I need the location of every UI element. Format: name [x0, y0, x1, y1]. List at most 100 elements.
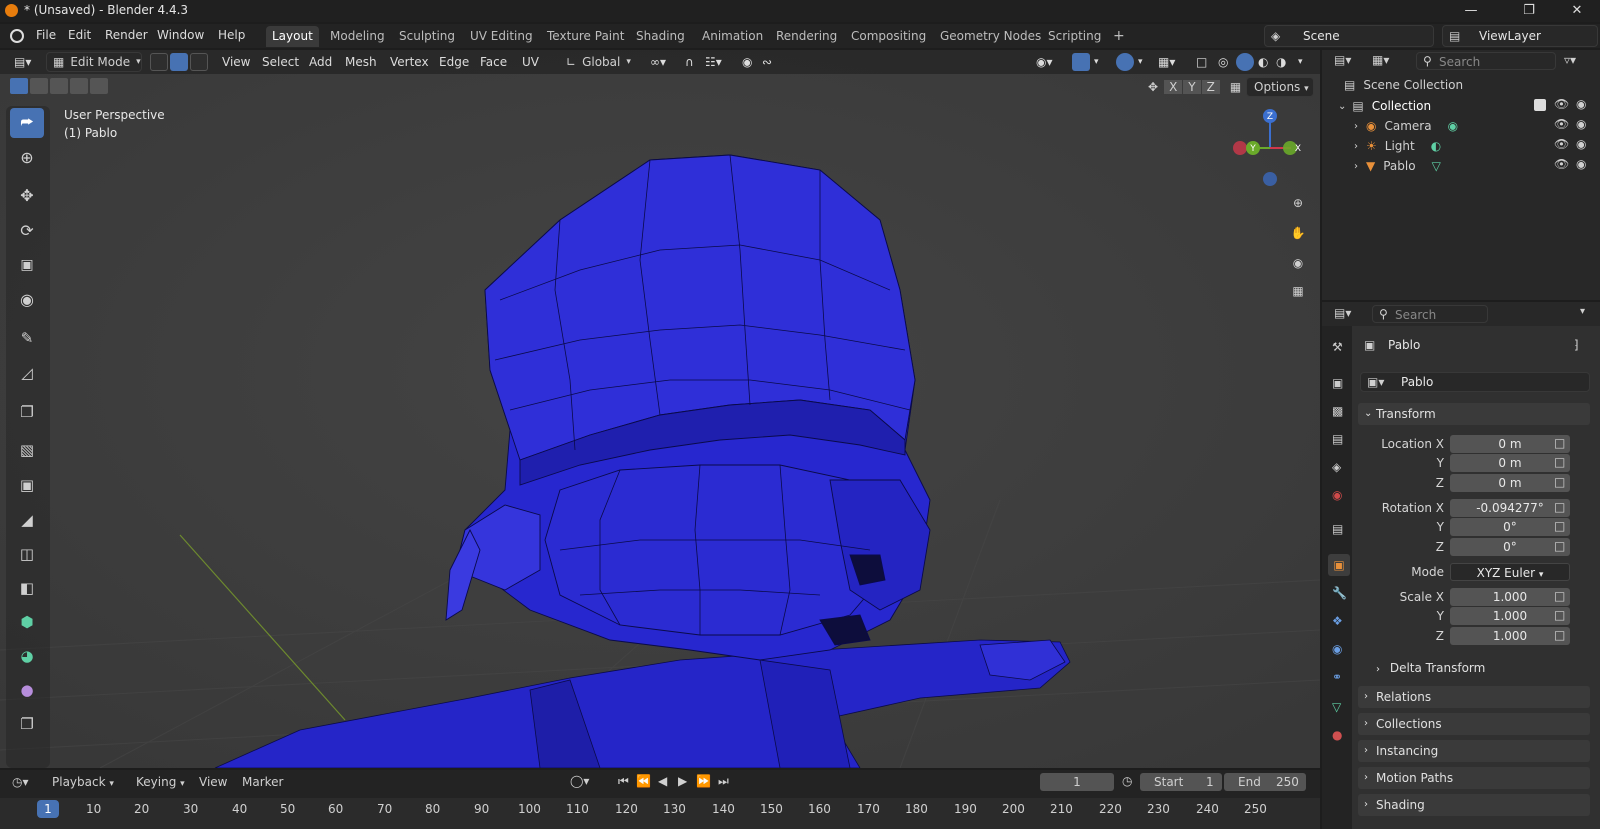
timeline-menu-view[interactable]: View — [199, 775, 227, 789]
camera-data-icon[interactable]: ◉ — [1448, 119, 1458, 133]
scene-tab-icon[interactable]: ◈ — [1332, 460, 1341, 474]
material-tab-icon[interactable]: ● — [1332, 728, 1342, 742]
lock-icon[interactable]: □ — [1554, 436, 1565, 450]
jump-start-icon[interactable]: ⏮ — [618, 774, 629, 789]
expand-icon[interactable]: ⌄ — [1338, 101, 1346, 112]
menu-window[interactable]: Window — [157, 28, 204, 42]
display-mode-icon[interactable]: ▦▾ — [1372, 53, 1389, 67]
axis-y-toggle[interactable]: Y — [1183, 80, 1201, 94]
select-new-icon[interactable] — [10, 78, 28, 94]
loop-cut-tool[interactable]: ◫ — [10, 539, 44, 569]
ortho-toggle-button[interactable]: ▦ — [1284, 278, 1312, 304]
menu-file[interactable]: File — [36, 28, 56, 42]
chevron-right-icon[interactable]: › — [1354, 121, 1358, 132]
motion-paths-panel-header[interactable]: › Motion Paths — [1358, 767, 1590, 789]
lock-icon[interactable]: □ — [1554, 539, 1565, 553]
options-button[interactable]: Options ▾ — [1246, 77, 1314, 97]
data-tab-icon[interactable]: ▽ — [1332, 700, 1341, 714]
eye-icon[interactable]: 👁 — [1554, 157, 1569, 171]
poly-build-tool[interactable]: ⬢ — [10, 607, 44, 637]
camera-render-icon[interactable]: ◉ — [1576, 97, 1586, 111]
tab-shading[interactable]: Shading — [630, 26, 691, 47]
extrude-tool[interactable]: ▧ — [10, 435, 44, 465]
chevron-down-icon[interactable]: ▾ — [1580, 306, 1585, 317]
viewlayer-selector[interactable]: ▤ ViewLayer — [1442, 25, 1598, 47]
annotate-tool[interactable]: ✎ — [10, 323, 44, 353]
location-y-field[interactable]: 0 m — [1450, 454, 1570, 472]
add-cube-tool[interactable]: ❐ — [10, 397, 44, 427]
filter-icon[interactable]: ▿▾ — [1564, 53, 1576, 67]
3d-viewport[interactable]: ▤▾ ▦ Edit Mode ▾ View Select Add Mesh Ve… — [0, 50, 1320, 768]
select-extend-icon[interactable] — [30, 78, 48, 94]
lock-icon[interactable]: □ — [1554, 608, 1565, 622]
inset-tool[interactable]: ▣ — [10, 470, 44, 500]
instancing-panel-header[interactable]: › Instancing — [1358, 740, 1590, 762]
physics-tab-icon[interactable]: ◉ — [1332, 642, 1342, 656]
move-tool[interactable]: ✥ — [10, 180, 44, 210]
properties-search[interactable]: ⚲ Search — [1372, 305, 1488, 323]
menu-render[interactable]: Render — [105, 28, 148, 42]
orientation-selector[interactable]: ∟ Global ▾ — [566, 52, 638, 72]
add-workspace-icon[interactable]: + — [1107, 26, 1131, 47]
pin-icon[interactable]: ⁆ — [1574, 338, 1579, 352]
tab-animation[interactable]: Animation — [696, 26, 769, 47]
world-tab-icon[interactable]: ◉ — [1332, 488, 1342, 502]
shading-menu-icon[interactable]: ▾ — [1298, 52, 1303, 72]
location-z-field[interactable]: 0 m — [1450, 474, 1570, 492]
maximize-button[interactable]: ❐ — [1506, 0, 1552, 22]
chevron-right-icon[interactable]: › — [1354, 161, 1358, 172]
menu-view[interactable]: View — [222, 52, 250, 72]
modifier-tab-icon[interactable]: 🔧 — [1332, 586, 1347, 600]
gizmo-toggle-icon[interactable] — [1072, 53, 1090, 71]
menu-help[interactable]: Help — [218, 28, 245, 42]
preview-range-icon[interactable]: ◷ — [1122, 774, 1132, 788]
eye-icon[interactable]: 👁 — [1554, 137, 1569, 151]
menu-mesh[interactable]: Mesh — [345, 52, 377, 72]
transform-panel-header[interactable]: ⌄ Transform — [1358, 403, 1590, 425]
bevel-tool[interactable]: ◢ — [10, 505, 44, 535]
tab-modeling[interactable]: Modeling — [324, 26, 391, 47]
jump-next-key-icon[interactable]: ⏩ — [696, 774, 711, 788]
render-tab-icon[interactable]: ▣ — [1332, 376, 1343, 390]
mesh-overlay-icon[interactable]: ▦▾ — [1158, 52, 1175, 72]
wireframe-shading-icon[interactable]: ◎ — [1218, 52, 1228, 72]
rotation-y-field[interactable]: 0° — [1450, 518, 1570, 536]
outliner-editor-icon[interactable]: ▤▾ — [1334, 53, 1351, 67]
rendered-shading-icon[interactable]: ◑ — [1276, 52, 1286, 72]
viewport-scene[interactable] — [0, 50, 1320, 768]
proportional-edit-icon[interactable]: ◉ — [742, 52, 752, 72]
scale-x-field[interactable]: 1.000 — [1450, 588, 1570, 606]
light-data-icon[interactable]: ◐ — [1431, 139, 1441, 153]
select-invert-icon[interactable] — [70, 78, 88, 94]
tab-geometry-nodes[interactable]: Geometry Nodes — [934, 26, 1047, 47]
tab-rendering[interactable]: Rendering — [770, 26, 843, 47]
face-select-icon[interactable] — [190, 53, 208, 71]
timeline-menu-marker[interactable]: Marker — [242, 775, 283, 789]
overlays-toggle-icon[interactable] — [1116, 53, 1134, 71]
select-intersect-icon[interactable] — [90, 78, 108, 94]
close-button[interactable]: ✕ — [1554, 0, 1600, 22]
shading-panel-header[interactable]: › Shading — [1358, 794, 1590, 816]
rotation-mode-select[interactable]: XYZ Euler ▾ — [1450, 563, 1570, 581]
output-tab-icon[interactable]: ▩ — [1332, 404, 1343, 418]
object-tab-icon[interactable]: ▣ — [1328, 554, 1350, 576]
lock-icon[interactable]: □ — [1554, 475, 1565, 489]
camera-render-icon[interactable]: ◉ — [1576, 157, 1586, 171]
relations-panel-header[interactable]: › Relations — [1358, 686, 1590, 708]
eye-icon[interactable]: 👁 — [1554, 117, 1569, 131]
axis-z-toggle[interactable]: Z — [1201, 80, 1220, 94]
scene-selector[interactable]: ◈ Scene — [1264, 25, 1434, 47]
measure-tool[interactable]: ◿ — [10, 358, 44, 388]
menu-select[interactable]: Select — [262, 52, 299, 72]
material-shading-icon[interactable]: ◐ — [1258, 52, 1268, 72]
delta-transform-subpanel[interactable]: › Delta Transform — [1376, 661, 1485, 675]
vertex-select-icon[interactable] — [150, 53, 168, 71]
scale-z-field[interactable]: 1.000 — [1450, 627, 1570, 645]
scene-collection-row[interactable]: ▤ Scene Collection — [1344, 78, 1463, 92]
menu-edit[interactable]: Edit — [68, 28, 91, 42]
blender-menu-icon[interactable] — [10, 29, 24, 43]
auto-key-icon[interactable]: ◯▾ — [570, 774, 589, 788]
lock-icon[interactable]: □ — [1554, 455, 1565, 469]
mesh-data-icon[interactable]: ▽ — [1432, 159, 1441, 173]
zoom-button[interactable]: ⊕ — [1284, 190, 1312, 216]
